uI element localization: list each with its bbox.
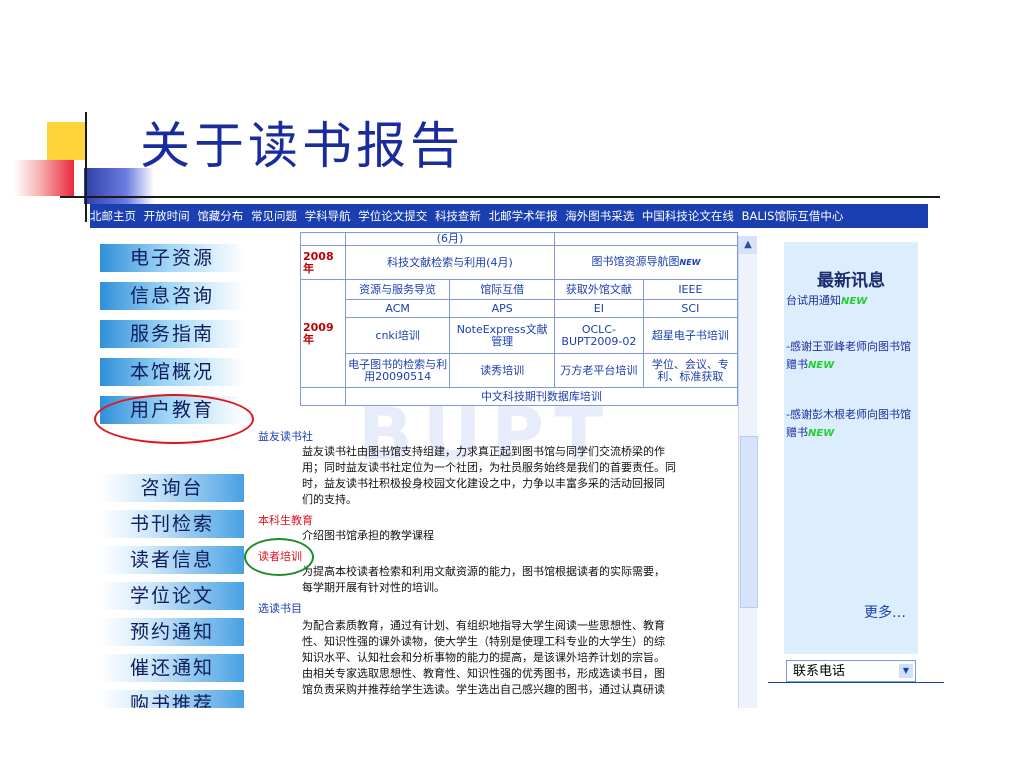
table-link[interactable]: 读秀培训 <box>449 353 556 388</box>
section-body-undergrad: 介绍图书馆承担的教学课程 <box>302 529 434 542</box>
callout-line <box>768 682 944 683</box>
decor-vertical-line <box>85 112 87 222</box>
highlight-oval-user-education <box>94 394 254 444</box>
news-item[interactable]: -感谢彭木根老师向图书馆赠书NEW <box>786 406 916 443</box>
nav-link[interactable]: 开放时间 <box>144 209 190 223</box>
table-link[interactable]: APS <box>449 299 556 318</box>
news-item[interactable]: -感谢王亚峰老师向图书馆赠书NEW <box>786 338 916 375</box>
decor-yellow-square <box>47 122 85 160</box>
nav-link[interactable]: 海外图书采选 <box>565 209 634 223</box>
table-link[interactable]: OCLC-BUPT2009-02 <box>554 317 644 354</box>
table-link[interactable]: 获取外馆文献 <box>554 279 644 300</box>
menu-service-guide[interactable]: 服务指南 <box>100 320 244 348</box>
slide-title: 关于读书报告 <box>140 117 464 175</box>
nav-link[interactable]: 学科导航 <box>305 209 351 223</box>
section-title-reading-club[interactable]: 益友读书社 <box>258 430 313 444</box>
section-body-reading-list: 为配合素质教育，通过有计划、有组织地指导大学生阅读一些思想性、教育 性、知识性强… <box>302 619 665 696</box>
left-menu: 电子资源 信息咨询 服务指南 本馆概况 用户教育 咨询台 书刊检索 读者信息 学… <box>90 232 252 708</box>
table-link[interactable]: 图书馆资源导航图NEW <box>554 245 738 280</box>
table-link[interactable]: 中文科技期刊数据库培训 <box>344 387 738 406</box>
scroll-up-icon[interactable]: ▲ <box>739 236 757 254</box>
year-label: 2009年 <box>300 279 346 388</box>
more-link[interactable]: 更多… <box>864 602 906 622</box>
menu-electronic-resources[interactable]: 电子资源 <box>100 244 244 272</box>
training-schedule-table: (6月) 2008年 科技文献检索与利用(4月) 图书馆资源导航图NEW 200… <box>300 232 738 406</box>
news-title: 最新讯息 <box>817 271 885 291</box>
table-link[interactable]: 科技文献检索与利用(4月) <box>344 245 556 280</box>
news-panel: 最新讯息 台试用通知NEW -感谢王亚峰老师向图书馆赠书NEW -感谢彭木根老师… <box>784 242 918 654</box>
contact-select[interactable]: 联系电话 ▼ <box>786 660 916 682</box>
content-scrollbar[interactable]: ▲ <box>738 236 758 708</box>
library-website-screenshot: 北邮主页 开放时间 馆藏分布 常见问题 学科导航 学位论文提交 科技查新 北邮学… <box>90 204 928 708</box>
table-cell <box>300 387 346 406</box>
table-cell <box>554 232 738 246</box>
new-badge: NEW <box>808 428 835 439</box>
menu-thesis[interactable]: 学位论文 <box>100 582 244 610</box>
news-item[interactable]: 台试用通知NEW <box>786 292 916 311</box>
menu-reservation-notice[interactable]: 预约通知 <box>100 618 244 646</box>
table-link[interactable]: IEEE <box>642 279 738 300</box>
decor-red-bar <box>14 160 74 196</box>
nav-link[interactable]: 馆藏分布 <box>197 209 243 223</box>
nav-link[interactable]: BALIS馆际互借中心 <box>742 209 844 223</box>
table-link[interactable]: 万方老平台培训 <box>554 353 644 388</box>
chevron-down-icon[interactable]: ▼ <box>899 664 913 678</box>
table-link[interactable]: 超星电子书培训 <box>642 317 738 354</box>
table-link[interactable]: 资源与服务导览 <box>344 279 451 300</box>
menu-library-overview[interactable]: 本馆概况 <box>100 358 244 386</box>
nav-link[interactable]: 常见问题 <box>251 209 297 223</box>
table-cell: (6月) <box>344 232 556 246</box>
new-badge: NEW <box>679 258 701 267</box>
nav-link[interactable]: 北邮主页 <box>90 209 136 223</box>
menu-purchase-recommend[interactable]: 购书推荐 <box>100 690 244 708</box>
table-link[interactable]: 学位、会议、专利、标准获取 <box>642 353 738 388</box>
top-nav-bar: 北邮主页 开放时间 馆藏分布 常见问题 学科导航 学位论文提交 科技查新 北邮学… <box>90 204 928 228</box>
menu-overdue-notice[interactable]: 催还通知 <box>100 654 244 682</box>
scroll-thumb[interactable] <box>740 436 758 608</box>
menu-reader-info[interactable]: 读者信息 <box>100 546 244 574</box>
menu-catalog-search[interactable]: 书刊检索 <box>100 510 244 538</box>
section-body-reader-training: 为提高本校读者检索和利用文献资源的能力，图书馆根据读者的实际需要， 每学期开展有… <box>302 565 665 594</box>
table-link[interactable]: NoteExpress文献管理 <box>449 317 556 354</box>
nav-link[interactable]: 中国科技论文在线 <box>642 209 734 223</box>
year-label: 2008年 <box>300 245 346 280</box>
main-content: BUPT (6月) 2008年 科技文献检索与利用(4月) 图书馆资源导航图NE… <box>258 232 738 708</box>
table-link[interactable]: ACM <box>344 299 451 318</box>
section-title-reading-list[interactable]: 选读书目 <box>258 602 302 616</box>
nav-link[interactable]: 北邮学术年报 <box>489 209 558 223</box>
table-link[interactable]: EI <box>554 299 644 318</box>
table-cell <box>300 232 346 246</box>
menu-info-consulting[interactable]: 信息咨询 <box>100 282 244 310</box>
table-link[interactable]: 电子图书的检索与利用20090514 <box>344 353 451 388</box>
highlight-oval-reader-training <box>244 538 314 576</box>
table-link[interactable]: cnki培训 <box>344 317 451 354</box>
menu-help-desk[interactable]: 咨询台 <box>100 474 244 502</box>
new-badge: NEW <box>808 360 835 371</box>
section-body-reading-club: 益友读书社由图书馆支持组建，力求真正起到图书馆与同学们交流桥梁的作 用；同时益友… <box>302 445 676 506</box>
decor-horizontal-line <box>60 196 940 198</box>
table-link[interactable]: SCI <box>642 299 738 318</box>
new-badge: NEW <box>841 296 868 307</box>
nav-link[interactable]: 科技查新 <box>435 209 481 223</box>
table-link[interactable]: 馆际互借 <box>449 279 556 300</box>
section-title-undergrad[interactable]: 本科生教育 <box>258 514 313 528</box>
nav-link[interactable]: 学位论文提交 <box>358 209 427 223</box>
